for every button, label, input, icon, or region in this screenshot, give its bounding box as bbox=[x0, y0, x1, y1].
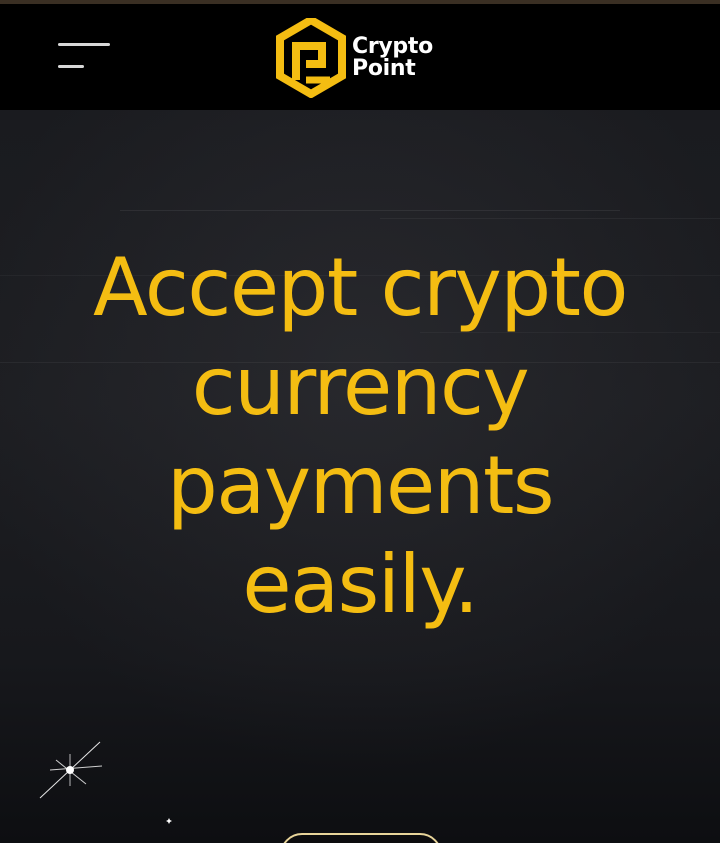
logo[interactable]: Crypto Point bbox=[276, 18, 456, 102]
crypto-point-logo-mark-icon bbox=[276, 18, 346, 98]
logo-wordmark: Crypto Point bbox=[352, 36, 433, 80]
hero-headline: Accept crypto currency payments easily. bbox=[93, 241, 628, 631]
sparkle-icon bbox=[39, 741, 103, 799]
cta-button[interactable] bbox=[280, 833, 442, 843]
hero-section: Accept crypto currency payments easily. bbox=[0, 110, 720, 843]
star-dot-icon bbox=[166, 818, 172, 824]
background-streak bbox=[380, 218, 720, 219]
logo-line-2: Point bbox=[352, 56, 416, 81]
background-streak bbox=[120, 210, 620, 211]
menu-button[interactable] bbox=[52, 38, 118, 78]
logo-line-1: Crypto bbox=[352, 34, 433, 59]
site-header: Crypto Point bbox=[0, 4, 720, 110]
